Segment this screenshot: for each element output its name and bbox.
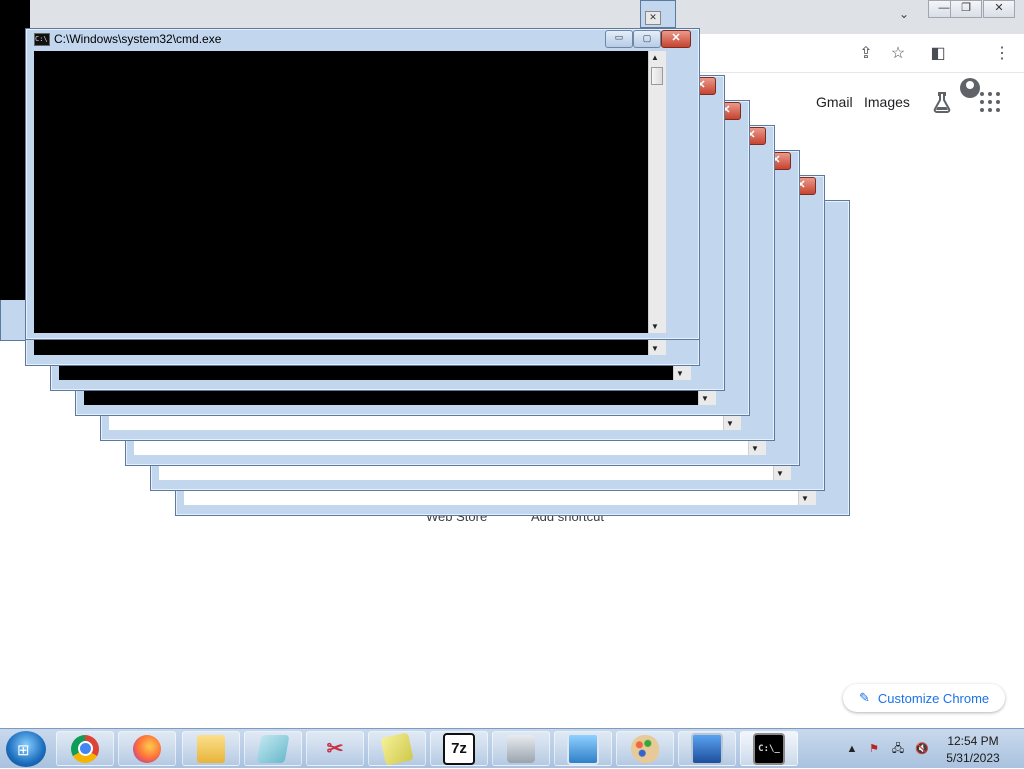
taskbar-remote-desktop[interactable] [678,731,736,766]
scroll-down-icon[interactable]: ▼ [701,394,709,403]
cmd-window-ghost-titlebar: ✕ [640,0,676,28]
taskbar-explorer[interactable] [182,731,240,766]
taskbar-cmd[interactable]: C:\_ [740,731,798,766]
side-panel-icon[interactable]: ◧ [928,44,948,64]
paint-palette-icon [631,734,659,763]
customize-chrome-label: Customize Chrome [877,690,990,706]
taskbar-chrome[interactable] [56,731,114,766]
7zip-icon: 7z [443,732,475,765]
star-icon[interactable]: ☆ [888,44,908,64]
taskbar-printer[interactable] [492,731,550,766]
cmd-icon: C:\_ [753,732,785,765]
taskbar-snipping-tool[interactable]: ✂ [306,731,364,766]
labs-flask-icon[interactable] [930,90,954,114]
close-icon[interactable]: ✕ [645,11,661,25]
pencil-icon: ✎ [859,690,870,705]
close-icon[interactable]: ✕ [983,0,1015,18]
scroll-down-icon[interactable]: ▼ [726,419,734,428]
google-apps-icon[interactable] [980,92,1000,112]
clock-date[interactable]: 5/31/2023 [940,751,1006,765]
console-area[interactable] [34,51,648,333]
volume-muted-icon[interactable]: 🔇 [914,741,930,757]
scroll-up-icon[interactable]: ▲ [651,53,659,62]
cmd-app-icon: C:\ [34,33,50,46]
taskbar-firefox[interactable] [118,731,176,766]
taskbar-sticky-notes[interactable] [368,731,426,766]
taskbar-control-panel[interactable] [554,731,612,766]
scroll-thumb[interactable] [651,67,663,85]
customize-chrome-button[interactable]: ✎ Customize Chrome [843,684,1005,712]
chrome-icon [71,734,99,763]
chevron-down-icon[interactable]: ⌄ [896,6,912,22]
firefox-icon [133,734,161,763]
windows-logo-icon: ⊞ [17,742,30,759]
taskbar: ⊞ ✂ 7z C:\_ ▲ ⚑ 🖧 🔇 12:54 PM 5/31/2023 [0,728,1024,768]
folder-icon [197,734,225,763]
sticky-notes-icon [380,731,414,766]
cmd-window-front[interactable]: C:\ C:\Windows\system32\cmd.exe ▭ ▢ ✕ ▲ … [25,28,700,340]
clock-time[interactable]: 12:54 PM [940,734,1006,748]
share-icon[interactable]: ⇪ [856,44,876,64]
scroll-down-icon[interactable]: ▼ [651,322,659,331]
more-menu-icon[interactable]: ⋮ [992,44,1012,64]
taskbar-notepad[interactable] [244,731,302,766]
scroll-down-icon[interactable]: ▼ [676,369,684,378]
network-icon[interactable]: 🖧 [890,741,906,757]
gmail-link[interactable]: Gmail [816,94,853,110]
printer-icon [507,734,535,763]
images-link[interactable]: Images [864,94,910,110]
maximize-icon[interactable]: ▢ [633,30,661,48]
remote-desktop-icon [691,732,723,765]
action-center-flag-icon[interactable]: ⚑ [866,741,882,757]
scroll-down-icon[interactable]: ▼ [751,444,759,453]
taskbar-paint[interactable] [616,731,674,766]
start-button[interactable]: ⊞ [6,731,46,767]
scroll-down-icon[interactable]: ▼ [651,344,659,353]
profile-avatar-icon[interactable] [960,78,980,98]
close-icon[interactable]: ✕ [661,30,691,48]
minimize-icon[interactable]: ▭ [605,30,633,48]
scissors-icon: ✂ [326,738,344,760]
scroll-down-icon[interactable]: ▼ [776,469,784,478]
restore-icon[interactable]: ❐ [950,0,982,18]
notepad-icon [256,734,290,763]
window-title: C:\Windows\system32\cmd.exe [54,32,222,46]
scroll-down-icon[interactable]: ▼ [801,494,809,503]
vertical-scrollbar[interactable]: ▲ ▼ [648,51,666,333]
show-hidden-icons-arrow[interactable]: ▲ [844,741,860,757]
control-panel-icon [567,732,599,765]
taskbar-7zip[interactable]: 7z [430,731,488,766]
